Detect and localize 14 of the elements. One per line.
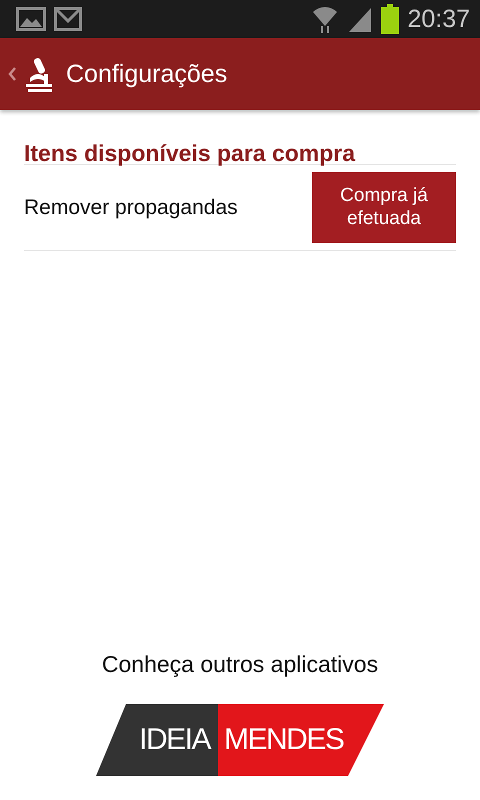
mail-icon xyxy=(54,7,82,31)
wifi-icon xyxy=(311,4,340,34)
picture-notification-icon xyxy=(16,7,46,31)
microscope-icon xyxy=(24,56,54,92)
item-label: Remover propagandas xyxy=(24,196,238,220)
signal-icon xyxy=(347,6,374,32)
back-button[interactable] xyxy=(8,56,54,92)
battery-icon xyxy=(381,4,400,34)
back-chevron-icon xyxy=(8,67,16,81)
clock-time: 20:37 xyxy=(407,4,470,34)
section-heading: Itens disponíveis para compra xyxy=(24,110,456,165)
promo-text: Conheça outros aplicativos xyxy=(102,651,378,678)
screen-title: Configurações xyxy=(66,60,228,88)
purchase-button[interactable]: Compra já efetuada xyxy=(312,172,456,243)
